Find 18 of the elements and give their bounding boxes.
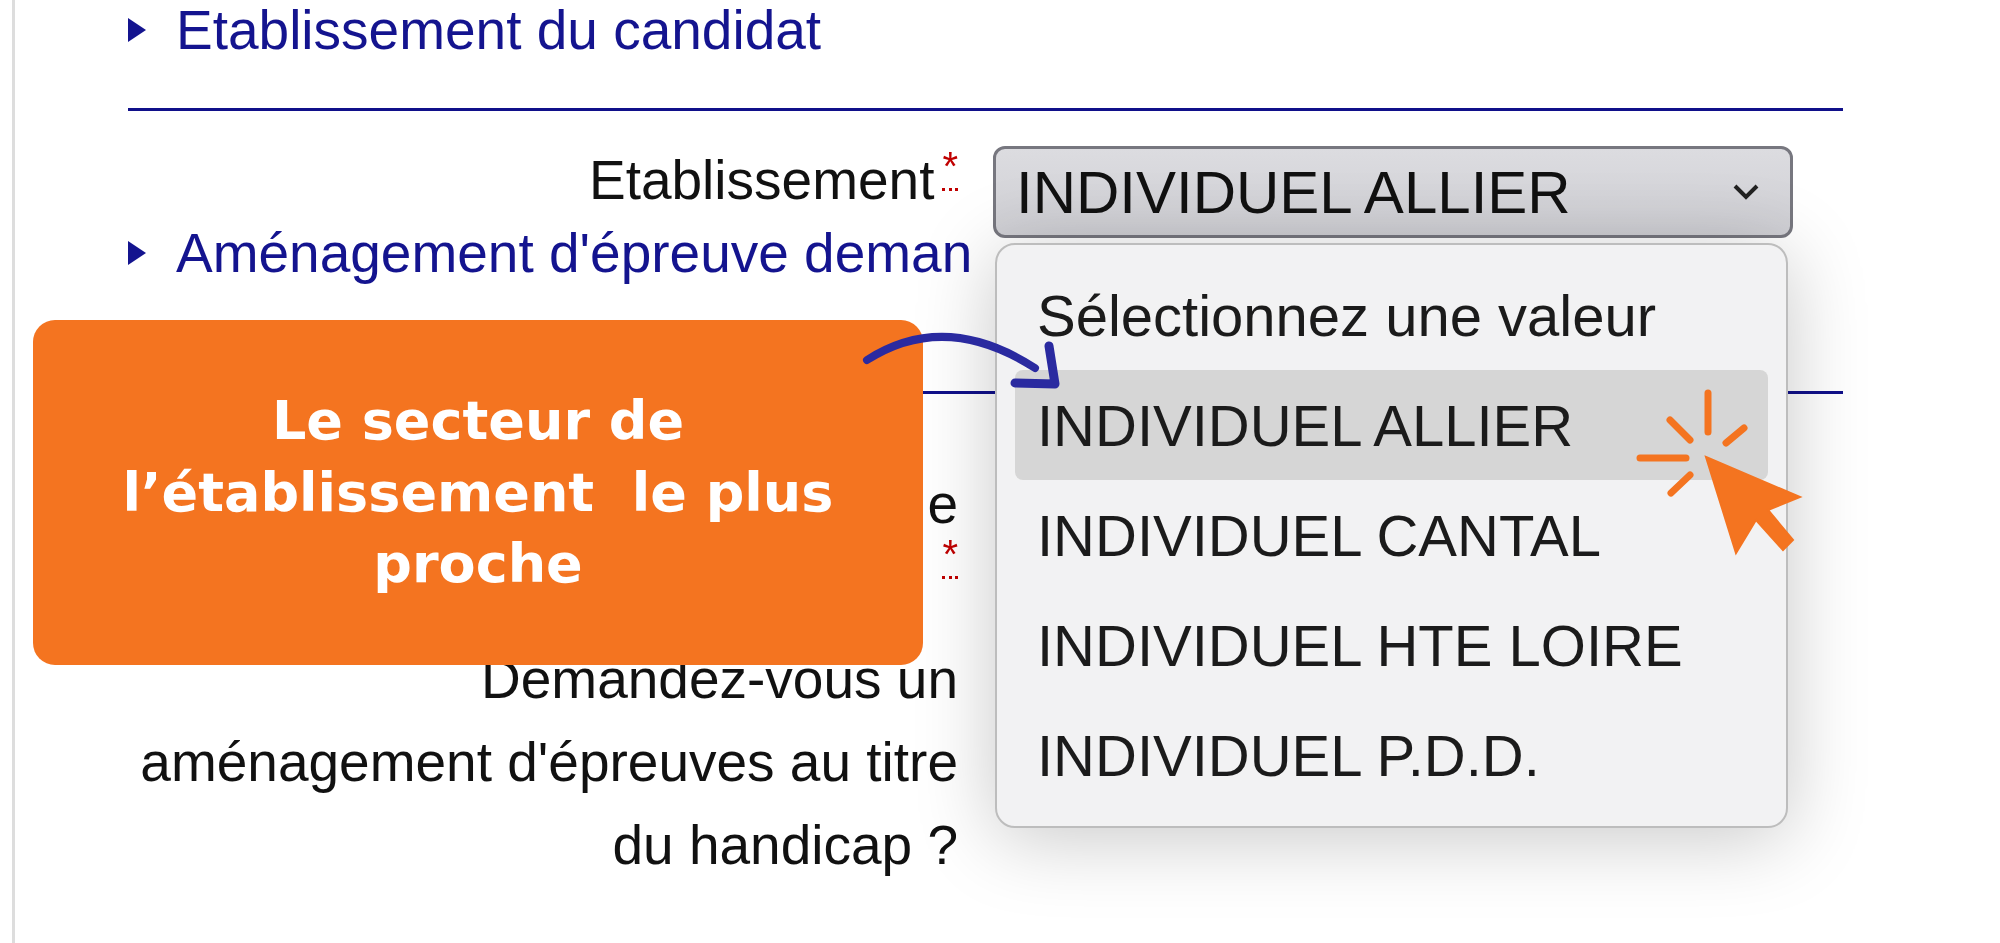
caret-right-icon bbox=[128, 241, 146, 265]
field-label: e bbox=[927, 473, 958, 535]
dropdown-option[interactable]: INDIVIDUEL CANTAL bbox=[1015, 480, 1768, 590]
field-label: Etablissement bbox=[588, 149, 935, 212]
select-field[interactable]: INDIVIDUEL ALLIER bbox=[993, 146, 1793, 238]
dropdown-option[interactable]: Sélectionnez une valeur bbox=[1015, 260, 1768, 370]
required-mark: * bbox=[942, 144, 958, 191]
cursor-click-icon bbox=[1636, 389, 1803, 556]
required-mark: * bbox=[942, 532, 958, 579]
callout-text: Le secteur de l’établissement le plus proche bbox=[122, 387, 834, 598]
dropdown-option[interactable]: INDIVIDUEL HTE LOIRE bbox=[1015, 590, 1768, 700]
dropdown-option[interactable]: INDIVIDUEL P.D.D. bbox=[1015, 700, 1768, 810]
dropdown-option[interactable]: INDIVIDUEL ALLIER bbox=[1015, 370, 1768, 480]
chevron-down-icon bbox=[1732, 183, 1760, 201]
section-title[interactable]: Aménagement d'épreuve deman bbox=[176, 223, 973, 283]
field-label: Demandez-vous un aménagement d'épreuves au titre du handicap ? bbox=[139, 647, 958, 879]
section-title[interactable]: Etablissement du candidat bbox=[176, 0, 822, 60]
caret-right-icon bbox=[128, 18, 146, 42]
